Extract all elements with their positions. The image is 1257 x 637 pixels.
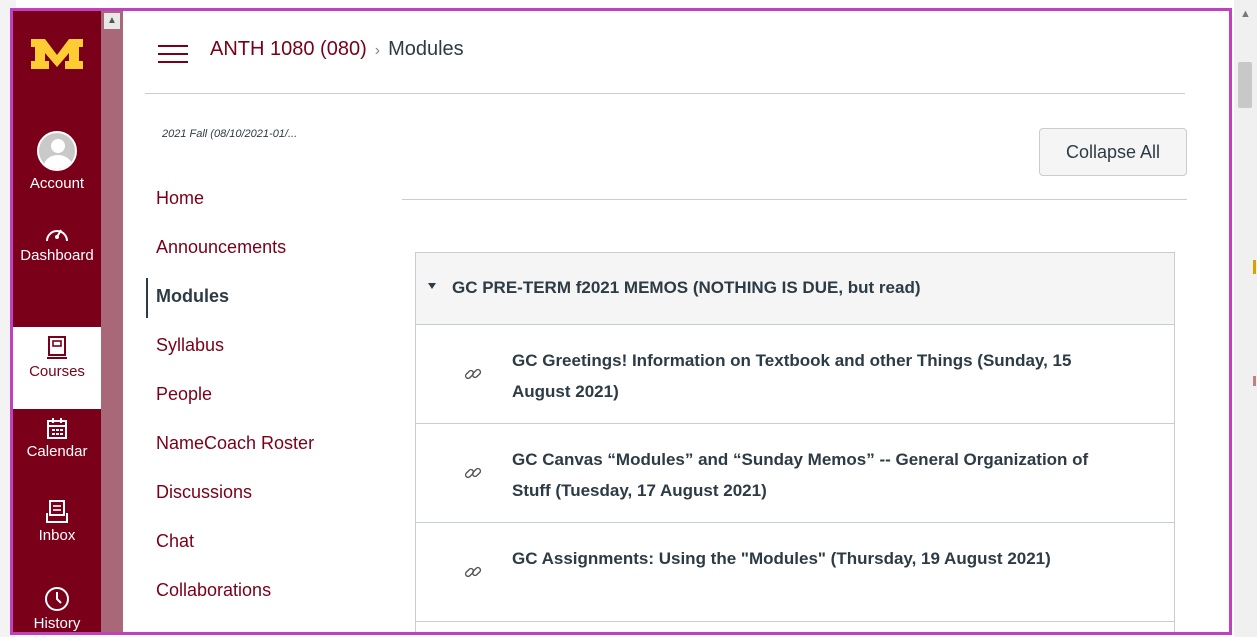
module-item-title[interactable]: GC Greetings! Information on Textbook an… — [512, 345, 1112, 407]
content-divider — [402, 199, 1187, 200]
collapse-all-button[interactable]: Collapse All — [1039, 128, 1187, 176]
module-item-title[interactable]: GC Assignments: Using the "Modules" (Thu… — [512, 543, 1112, 574]
scrollbar-thumb[interactable] — [1238, 62, 1252, 108]
nav-account-label: Account — [29, 175, 85, 192]
inbox-icon — [46, 500, 68, 523]
nav-calendar-label: Calendar — [26, 443, 88, 460]
nav-history-label: History — [33, 615, 81, 632]
university-logo[interactable] — [29, 33, 85, 73]
breadcrumb: ANTH 1080 (080) › Modules — [210, 38, 464, 61]
course-nav-chat[interactable]: Chat — [156, 531, 194, 552]
course-nav-people[interactable]: People — [156, 384, 212, 405]
nav-history[interactable]: History — [13, 585, 101, 632]
nav-courses-label: Courses — [29, 363, 85, 380]
chevron-up-icon[interactable]: ▲ — [104, 13, 120, 29]
header-divider — [145, 93, 1185, 94]
module-title: GC PRE-TERM f2021 MEMOS (NOTHING IS DUE,… — [452, 278, 921, 297]
module-panel: GC PRE-TERM f2021 MEMOS (NOTHING IS DUE,… — [415, 252, 1175, 632]
hamburger-menu-icon[interactable] — [158, 45, 188, 65]
nav-dashboard-label: Dashboard — [20, 247, 94, 264]
nav-inbox[interactable]: Inbox — [13, 499, 101, 544]
calendar-icon — [47, 418, 67, 439]
edge-accent — [1253, 260, 1256, 274]
course-term: 2021 Fall (08/10/2021-01/... — [162, 128, 298, 140]
nav-calendar[interactable]: Calendar — [13, 417, 101, 460]
caret-down-icon[interactable] — [428, 283, 436, 289]
breadcrumb-current: Modules — [388, 38, 464, 60]
page-scrollbar[interactable]: ▲ — [1234, 0, 1257, 637]
course-nav-namecoach-roster[interactable]: NameCoach Roster — [156, 433, 314, 454]
global-nav: Account Dashboard Courses Calendar Inbox… — [13, 11, 101, 632]
active-indicator — [146, 278, 148, 318]
link-icon — [464, 368, 482, 380]
breadcrumb-course-link[interactable]: ANTH 1080 (080) — [210, 38, 367, 60]
nav-account[interactable]: Account — [13, 131, 101, 192]
scroll-up-icon[interactable]: ▲ — [1240, 8, 1251, 20]
course-nav-announcements[interactable]: Announcements — [156, 237, 286, 258]
link-icon — [464, 467, 482, 479]
course-nav-collaborations[interactable]: Collaborations — [156, 580, 271, 601]
nav-inbox-label: Inbox — [38, 527, 76, 544]
course-nav-syllabus[interactable]: Syllabus — [156, 335, 224, 356]
module-item[interactable]: GC Canvas “Modules” and “Sunday Memos” -… — [416, 424, 1174, 523]
edge-accent — [1253, 376, 1256, 386]
nav-dashboard[interactable]: Dashboard — [13, 221, 101, 265]
history-icon — [45, 587, 69, 611]
courses-icon — [47, 336, 67, 359]
module-item[interactable]: GC Greetings! Information on Textbook an… — [416, 325, 1174, 424]
avatar-icon — [37, 131, 77, 171]
course-nav-discussions[interactable]: Discussions — [156, 482, 252, 503]
dashboard-icon — [46, 229, 68, 242]
nav-courses[interactable]: Courses — [13, 327, 101, 409]
course-nav-modules[interactable]: Modules — [156, 286, 229, 307]
link-icon — [464, 566, 482, 578]
nav-scrollbar[interactable]: ▲ — [101, 11, 123, 632]
module-item-title[interactable]: GC Canvas “Modules” and “Sunday Memos” -… — [512, 444, 1112, 506]
breadcrumb-separator: › — [374, 42, 381, 59]
module-item[interactable]: GC Assignments: Using the "Modules" (Thu… — [416, 523, 1174, 622]
course-nav-home[interactable]: Home — [156, 188, 204, 209]
module-header[interactable]: GC PRE-TERM f2021 MEMOS (NOTHING IS DUE,… — [416, 253, 1174, 325]
